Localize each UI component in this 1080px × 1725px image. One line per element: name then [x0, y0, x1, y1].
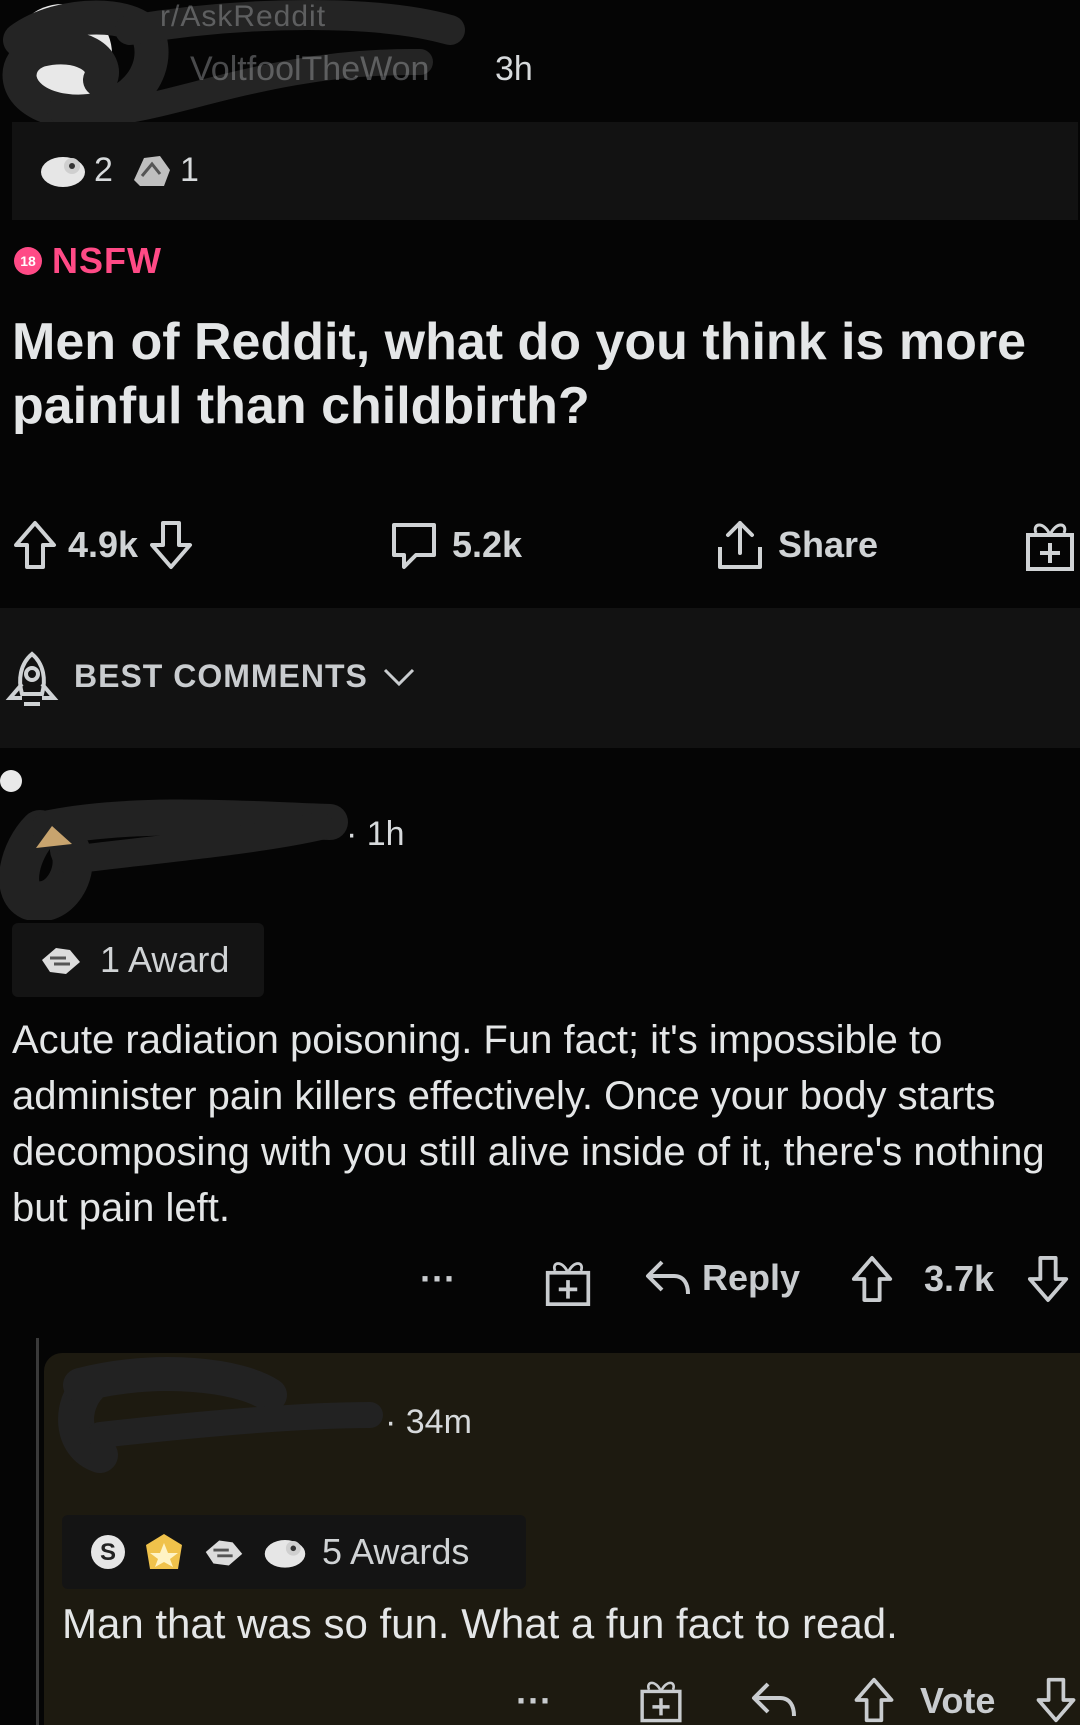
- share-label: Share: [778, 524, 879, 565]
- silver-award-icon: [134, 156, 170, 186]
- reply-label: Reply: [702, 1257, 801, 1298]
- bravo-award-icon: [205, 1540, 243, 1566]
- rocket-icon: [5, 651, 59, 706]
- thread-line: [36, 1338, 39, 1725]
- gold-award-icon: [146, 1534, 182, 1569]
- post-title[interactable]: Men of Reddit, what do you think is more…: [12, 310, 1052, 438]
- award-count: 2: [94, 150, 113, 189]
- post-author[interactable]: VoltfoolTheWon: [190, 50, 429, 89]
- nsfw-badge-icon: 18: [14, 247, 42, 275]
- more-options-button[interactable]: ···: [516, 1680, 552, 1722]
- comment-score: 3.7k: [924, 1258, 995, 1299]
- post-score: 4.9k: [68, 524, 139, 565]
- silver-coin-award-icon: S: [91, 1535, 125, 1569]
- subreddit-name[interactable]: r/AskReddit: [160, 0, 326, 34]
- wholesome-award-icon: [264, 1540, 306, 1568]
- redaction-scribble: [58, 1357, 383, 1473]
- comment-body: Acute radiation poisoning. Fun fact; it'…: [12, 1018, 1045, 1230]
- award-silver[interactable]: 1: [130, 150, 199, 190]
- share-button[interactable]: Share: [712, 505, 878, 585]
- post-awards-bar[interactable]: 2 1: [12, 122, 1078, 220]
- comment-time: · 34m: [385, 1403, 472, 1441]
- reply-arrow-icon: [646, 1260, 690, 1295]
- nsfw-label: NSFW: [52, 240, 162, 281]
- give-award-button[interactable]: [1024, 505, 1076, 585]
- upvote-icon[interactable]: [12, 519, 58, 571]
- downvote-icon[interactable]: [148, 519, 194, 571]
- comment-sort-bar[interactable]: BEST COMMENTS: [0, 608, 1080, 748]
- post-vote-group: 4.9k: [12, 505, 194, 585]
- comments-button[interactable]: 5.2k: [386, 505, 522, 585]
- gift-icon[interactable]: [638, 1676, 684, 1724]
- nsfw-tag: 18 NSFW: [14, 240, 162, 282]
- comment-awards-chip[interactable]: S 5 Awards: [62, 1515, 526, 1589]
- award-label: 1 Award: [100, 939, 230, 980]
- svg-text:S: S: [100, 1539, 116, 1566]
- sort-label: BEST COMMENTS: [74, 658, 368, 694]
- comment-time: · 1h: [346, 815, 405, 853]
- comment-bubble-icon: [392, 523, 436, 569]
- award-label: 5 Awards: [322, 1531, 470, 1572]
- sort-dropdown[interactable]: BEST COMMENTS: [74, 658, 416, 695]
- post-action-bar: 4.9k 5.2k Share: [0, 505, 1080, 585]
- gift-icon: [1026, 523, 1074, 571]
- post-time: 3h: [495, 50, 533, 88]
- upvote-icon[interactable]: [850, 1254, 894, 1304]
- wholesome-award-icon: [41, 157, 85, 187]
- comment-award-chip[interactable]: 1 Award: [12, 923, 264, 997]
- share-icon: [718, 521, 762, 569]
- user-avatar-icon[interactable]: [32, 820, 76, 854]
- reply-arrow-icon[interactable]: [750, 1678, 798, 1722]
- gift-icon[interactable]: [544, 1256, 592, 1308]
- upvote-icon[interactable]: [852, 1676, 896, 1724]
- comment-action-bar: ··· Vote: [516, 1674, 1080, 1725]
- comment-body: Man that was so fun. What a fun fact to …: [62, 1600, 898, 1647]
- downvote-icon[interactable]: [1034, 1676, 1078, 1724]
- award-wholesome[interactable]: 2: [38, 150, 113, 190]
- downvote-icon[interactable]: [1026, 1254, 1070, 1304]
- vote-label: Vote: [920, 1680, 996, 1721]
- award-count: 1: [180, 150, 199, 189]
- comment-count: 5.2k: [452, 524, 523, 565]
- comment-action-bar: ··· Reply 3.7k: [420, 1252, 1080, 1312]
- reply-button[interactable]: Reply: [644, 1256, 800, 1300]
- chevron-down-icon: [383, 668, 414, 686]
- bravo-award-icon: [42, 948, 80, 974]
- more-options-button[interactable]: ···: [420, 1258, 456, 1300]
